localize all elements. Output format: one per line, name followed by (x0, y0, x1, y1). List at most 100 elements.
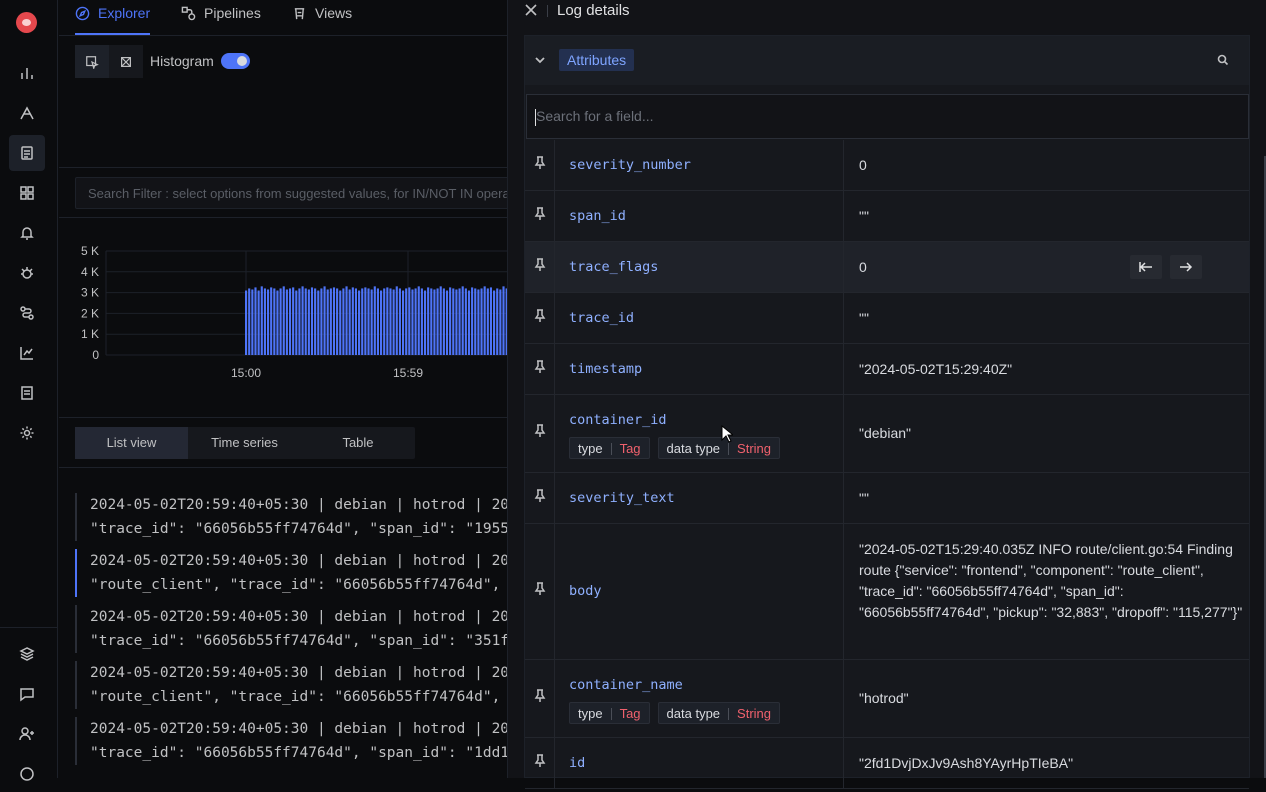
pin-icon[interactable] (534, 424, 546, 438)
histogram-bar[interactable] (348, 289, 351, 355)
histogram-bar[interactable] (423, 290, 427, 355)
histogram-bar[interactable] (251, 289, 254, 355)
usage-icon[interactable] (9, 335, 45, 371)
services-icon[interactable] (9, 55, 45, 91)
attributes-header[interactable]: Attributes (525, 36, 1249, 85)
histogram-bar[interactable] (367, 288, 370, 355)
tab-table[interactable]: Table (301, 427, 415, 459)
histogram-bar[interactable] (467, 290, 471, 355)
signoz-logo-icon[interactable] (16, 12, 37, 33)
exceptions-icon[interactable] (9, 255, 45, 291)
pin-icon[interactable] (534, 156, 546, 170)
pin-icon[interactable] (534, 258, 546, 272)
attribute-row[interactable]: severity_number 0 (525, 140, 1249, 191)
attribute-row[interactable]: container_name type Tag data type String "hot… (525, 660, 1249, 738)
filter-out-button[interactable] (1130, 255, 1162, 279)
histogram-bar[interactable] (489, 287, 493, 355)
histogram-bar[interactable] (276, 290, 279, 355)
attribute-row[interactable]: trace_id "" (525, 293, 1249, 344)
histogram-bar[interactable] (270, 287, 273, 355)
histogram-bar[interactable] (266, 289, 270, 355)
histogram-bar[interactable] (392, 289, 395, 355)
histogram-bar[interactable] (502, 286, 505, 355)
histogram-bar[interactable] (408, 287, 411, 355)
histogram-bar[interactable] (436, 288, 439, 355)
filter-in-button[interactable] (1170, 255, 1202, 279)
feedback-icon[interactable] (9, 676, 45, 712)
histogram-bar[interactable] (499, 289, 502, 355)
histogram-bar[interactable] (455, 289, 458, 355)
tab-explorer[interactable]: Explorer (75, 5, 150, 21)
help-icon[interactable] (9, 756, 45, 792)
histogram-bar[interactable] (345, 286, 348, 355)
histogram-bar[interactable] (336, 288, 339, 355)
histogram-bar[interactable] (430, 288, 433, 355)
attribute-row[interactable]: timestamp "2024-05-02T15:29:40Z" (525, 344, 1249, 395)
log-row[interactable]: 2024-05-02T20:59:40+05:30 | debian | hot… (75, 605, 519, 653)
histogram-bar[interactable] (464, 288, 467, 355)
histogram-bar[interactable] (433, 289, 436, 355)
histogram-bar[interactable] (292, 287, 295, 355)
histogram-bar[interactable] (414, 288, 417, 355)
invite-user-icon[interactable] (9, 716, 45, 752)
search-filter-input[interactable]: Search Filter : select options from sugg… (75, 177, 515, 209)
histogram-bar[interactable] (445, 290, 449, 355)
histogram-bar[interactable] (332, 287, 336, 355)
histogram-bar[interactable] (254, 287, 257, 355)
pin-icon[interactable] (534, 360, 546, 374)
histogram-bar[interactable] (358, 290, 361, 355)
histogram-bar[interactable] (474, 288, 477, 355)
attribute-row[interactable]: body "2024-05-02T15:29:40.035Z INFO route… (525, 524, 1249, 660)
histogram-bar[interactable] (326, 289, 329, 355)
histogram-bar[interactable] (452, 288, 455, 355)
attribute-row[interactable]: trace_flags 0 (525, 242, 1249, 293)
pin-icon[interactable] (534, 309, 546, 323)
log-row[interactable]: 2024-05-02T20:59:40+05:30 | debian | hot… (75, 661, 519, 709)
log-row-selected[interactable]: 2024-05-02T20:59:40+05:30 | debian | hot… (75, 549, 519, 597)
service-map-icon[interactable] (9, 295, 45, 331)
pin-icon[interactable] (534, 689, 546, 703)
histogram-bar[interactable] (439, 286, 442, 355)
histogram-bar[interactable] (298, 288, 301, 355)
clickhouse-query-button[interactable] (109, 45, 143, 78)
histogram-bar[interactable] (257, 290, 260, 355)
dashboards-icon[interactable] (9, 175, 45, 211)
histogram-bar[interactable] (323, 286, 326, 355)
histogram-bar[interactable] (386, 287, 389, 355)
histogram-bar[interactable] (314, 288, 317, 355)
query-builder-button[interactable] (75, 45, 109, 78)
histogram-bar[interactable] (273, 288, 276, 355)
settings-icon[interactable] (9, 415, 45, 451)
histogram-bar[interactable] (339, 290, 342, 355)
histogram-bar[interactable] (389, 288, 392, 355)
pin-icon[interactable] (534, 582, 546, 596)
histogram-bar[interactable] (496, 288, 499, 355)
attribute-row[interactable]: id "2fd1DvjDxJv9Ash8YAyrHpTIeBA" (525, 738, 1249, 789)
billing-icon[interactable] (9, 375, 45, 411)
histogram-bar[interactable] (288, 288, 292, 355)
tab-views[interactable]: Views (292, 5, 352, 21)
histogram-bar[interactable] (480, 288, 483, 355)
close-icon[interactable] (524, 3, 540, 19)
histogram-bar[interactable] (461, 286, 464, 355)
chevron-down-icon[interactable] (534, 53, 548, 67)
histogram-bar[interactable] (351, 287, 354, 355)
histogram-bar[interactable] (417, 286, 420, 355)
histogram-bar[interactable] (370, 289, 373, 355)
histogram-bar[interactable] (310, 287, 314, 355)
histogram-bar[interactable] (279, 288, 282, 355)
histogram-bar[interactable] (245, 290, 248, 355)
attribute-row[interactable]: severity_text "" (525, 473, 1249, 524)
histogram-bar[interactable] (493, 290, 496, 355)
histogram-bar[interactable] (364, 287, 367, 355)
histogram-bar[interactable] (458, 288, 461, 355)
histogram-bar[interactable] (483, 286, 486, 355)
histogram-bar[interactable] (295, 290, 298, 355)
histogram-bar[interactable] (329, 288, 332, 355)
histogram-bar[interactable] (285, 289, 288, 355)
histogram-bar[interactable] (304, 288, 307, 355)
histogram-bar[interactable] (380, 290, 383, 355)
layers-icon[interactable] (9, 636, 45, 672)
search-icon[interactable] (1217, 53, 1231, 67)
histogram-bar[interactable] (398, 288, 401, 355)
